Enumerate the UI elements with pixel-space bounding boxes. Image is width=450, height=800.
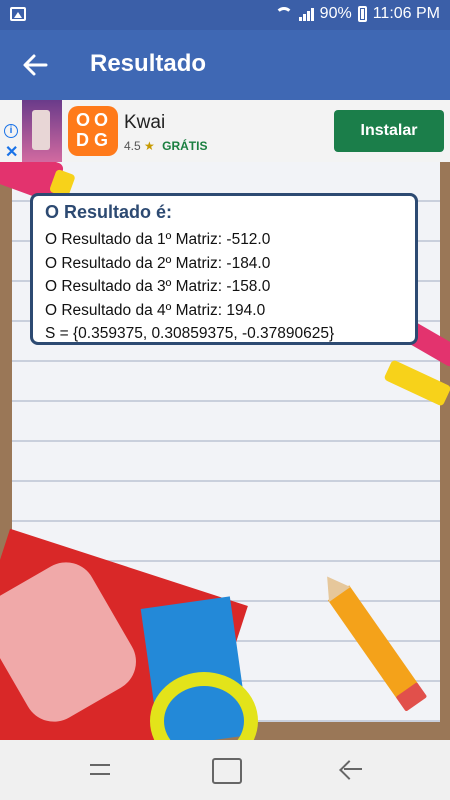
ad-info-icon[interactable]: i [4, 124, 18, 138]
wifi-icon [274, 7, 293, 21]
ad-rating: 4.5 ★ GRÁTIS [124, 139, 207, 153]
signal-icon [298, 7, 314, 21]
page-title: Resultado [90, 50, 207, 77]
recent-apps-icon[interactable] [87, 758, 113, 780]
image-notification-icon [10, 7, 26, 21]
result-heading: O Resultado é: [45, 202, 173, 222]
back-arrow-icon[interactable] [20, 50, 50, 80]
ad-app-name: Kwai [124, 112, 166, 133]
home-icon[interactable] [212, 758, 242, 784]
ad-banner[interactable]: i ✕ OO DG Kwai 4.5 ★ GRÁTIS Instalar [0, 100, 450, 162]
app-bar: Resultado [0, 30, 450, 100]
install-button[interactable]: Instalar [334, 110, 444, 152]
ad-thumbnail[interactable] [22, 100, 62, 162]
result-line-matrix-2: O Resultado da 2º Matriz: -184.0 [45, 254, 271, 272]
battery-percent: 90% [319, 5, 352, 22]
ad-close-icon[interactable]: ✕ [5, 142, 18, 162]
result-line-matrix-1: O Resultado da 1º Matriz: -512.0 [45, 231, 271, 248]
status-indicators: 90% 11:06 PM [274, 5, 440, 23]
result-card: O Resultado é: O Resultado da 1º Matriz:… [30, 193, 418, 345]
result-line-matrix-3: O Resultado da 3º Matriz: -158.0 [45, 278, 271, 295]
kwai-logo-icon[interactable]: OO DG [68, 106, 118, 156]
battery-icon [357, 6, 367, 22]
ad-price: GRÁTIS [162, 139, 208, 153]
ad-rating-value: 4.5 [124, 139, 141, 153]
result-line-matrix-4: O Resultado da 4º Matriz: 194.0 [45, 301, 266, 319]
system-back-icon[interactable] [338, 758, 364, 780]
clock: 11:06 PM [372, 5, 440, 22]
star-icon: ★ [144, 139, 155, 153]
status-bar: 90% 11:06 PM [0, 0, 450, 30]
system-nav-bar [0, 740, 450, 800]
result-solution-set: S = {0.359375, 0.30859375, -0.37890625} [45, 325, 335, 342]
